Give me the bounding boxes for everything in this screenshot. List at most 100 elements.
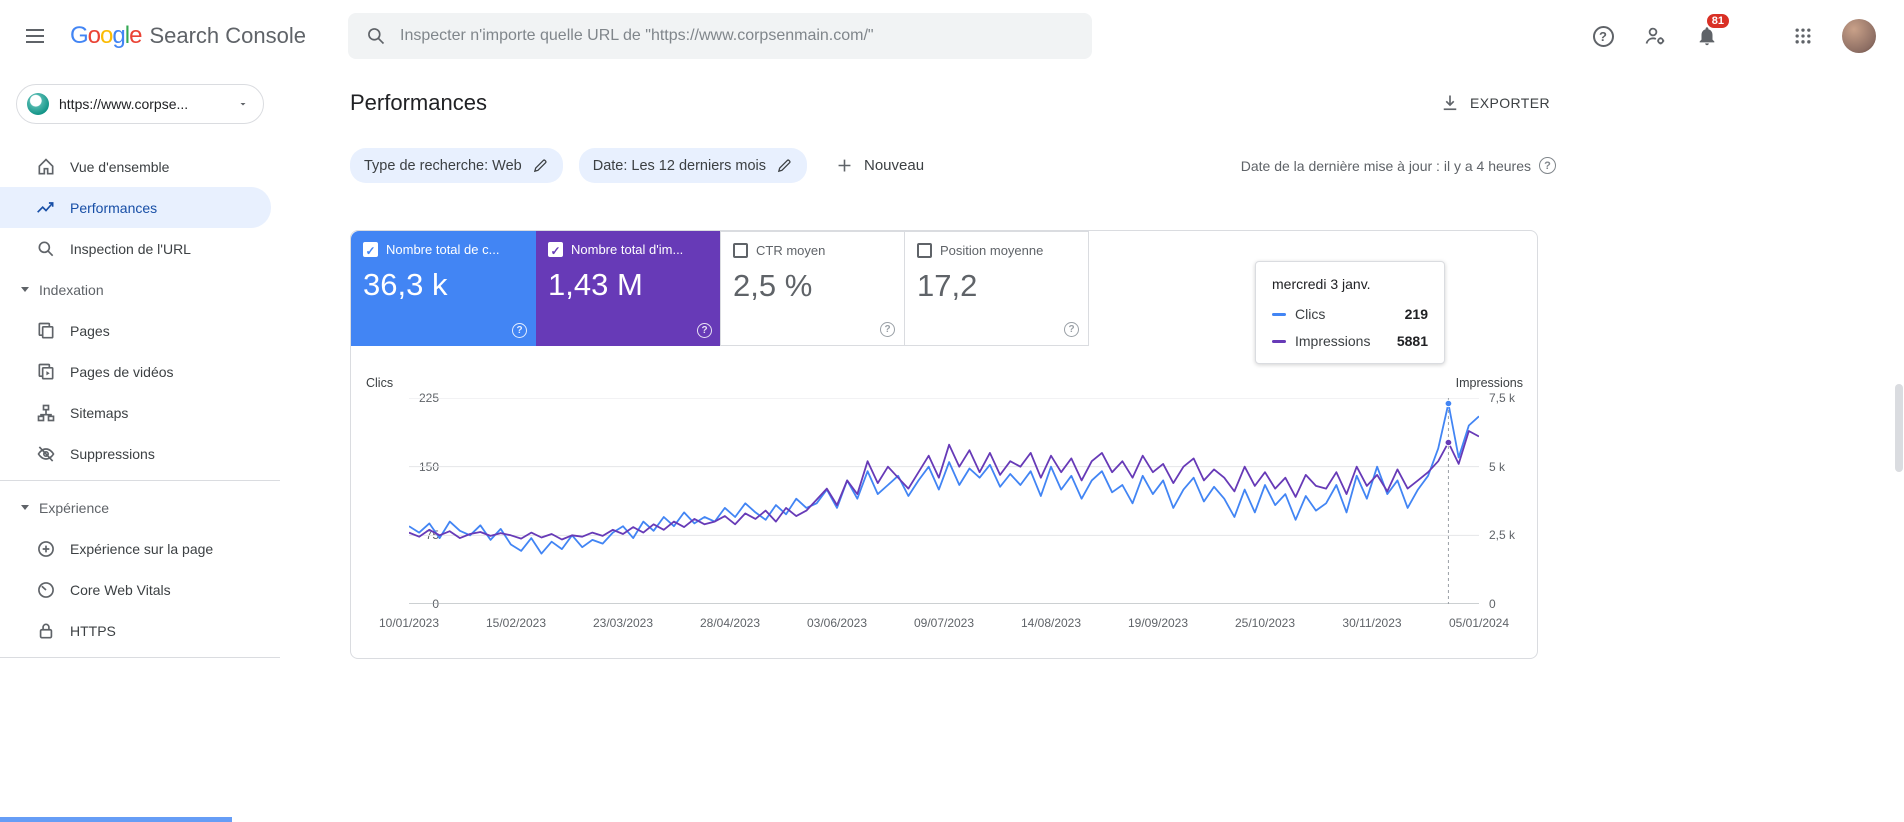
sidebar-item-performances[interactable]: Performances	[0, 187, 271, 228]
metric-card-avg-ctr[interactable]: CTR moyen 2,5 % ?	[720, 231, 905, 346]
plus-icon	[838, 159, 851, 172]
sidebar-item-label: HTTPS	[70, 622, 116, 639]
property-label: https://www.corpse...	[59, 96, 189, 112]
notifications-button[interactable]: 81	[1694, 12, 1731, 49]
manage-accounts-icon	[1645, 27, 1665, 45]
url-inspection-searchbar[interactable]	[348, 13, 1092, 59]
metric-card-avg-position[interactable]: Position moyenne 17,2 ?	[904, 231, 1089, 346]
chevron-down-icon	[240, 103, 246, 106]
product-name: Search Console	[149, 23, 306, 48]
impressions-series-swatch	[1272, 339, 1286, 343]
download-icon	[1443, 95, 1457, 111]
ctr-value: 2,5 %	[733, 268, 813, 303]
chevron-down-icon	[21, 505, 29, 510]
sidebar-item-page-experience[interactable]: Expérience sur la page	[0, 528, 280, 569]
last-update-info: Date de la dernière mise à jour : il y a…	[1241, 157, 1556, 174]
pages-icon	[36, 321, 56, 341]
search-icon	[368, 28, 385, 45]
lock-icon	[36, 621, 56, 641]
sidebar-divider	[0, 480, 280, 481]
sidebar-item-label: Expérience sur la page	[70, 540, 214, 557]
sidebar-item-label: Suppressions	[70, 445, 155, 462]
help-icon: ?	[1592, 25, 1614, 47]
tooltip-date: mercredi 3 janv.	[1272, 276, 1371, 292]
sidebar-item-core-web-vitals[interactable]: Core Web Vitals	[0, 569, 280, 610]
sidebar-item-label: Performances	[70, 199, 158, 216]
property-selector[interactable]: https://www.corpse...	[16, 84, 264, 124]
url-inspection-input[interactable]	[400, 27, 1074, 45]
help-icon[interactable]: ?	[697, 323, 712, 338]
right-axis-ticks: 7,5 k 5 k 2,5 k 0	[1489, 391, 1516, 611]
chart-plot-area[interactable]	[409, 398, 1479, 604]
position-checkbox[interactable]	[917, 243, 932, 258]
performance-chart[interactable]: Clics Impressions 225 150 75 0 7,5 k 5 k…	[351, 376, 1537, 640]
property-favicon	[27, 93, 49, 115]
clicks-value: 36,3 k	[363, 267, 448, 302]
video-pages-icon	[36, 362, 56, 382]
sidebar-item-overview[interactable]: Vue d'ensemble	[0, 146, 280, 187]
sidebar-item-label: Vue d'ensemble	[70, 158, 170, 175]
position-value: 17,2	[917, 268, 978, 303]
chart-tooltip: mercredi 3 janv. Clics 219 Impressions 5…	[1255, 261, 1445, 364]
performance-chart-svg	[409, 398, 1479, 604]
edit-pencil-icon	[533, 159, 547, 173]
performance-panel: ✓ Nombre total de c... 36,3 k ? ✓ Nombre…	[350, 230, 1538, 659]
metric-card-total-impressions[interactable]: ✓ Nombre total d'im... 1,43 M ?	[536, 231, 721, 346]
help-icon[interactable]: ?	[880, 322, 895, 337]
clicks-checkbox[interactable]: ✓	[363, 242, 378, 258]
scrollbar-thumb[interactable]	[1895, 384, 1903, 472]
trending-up-icon	[36, 198, 56, 218]
metric-card-total-clicks[interactable]: ✓ Nombre total de c... 36,3 k ?	[351, 231, 536, 346]
scrolled-item-peek	[0, 817, 232, 822]
section-label: Expérience	[39, 499, 110, 516]
app-logo[interactable]: Google Search Console	[70, 22, 306, 50]
clicks-series-swatch	[1272, 312, 1286, 316]
sidebar-section-experience[interactable]: Expérience	[0, 487, 280, 528]
chevron-down-icon	[21, 287, 29, 292]
notification-count-badge: 81	[1704, 12, 1731, 30]
ctr-checkbox[interactable]	[733, 243, 748, 258]
search-type-filter-chip[interactable]: Type de recherche: Web	[350, 148, 563, 183]
sidebar-item-label: Pages	[70, 322, 110, 339]
left-axis-title: Clics	[366, 376, 394, 390]
user-avatar[interactable]	[1842, 19, 1876, 53]
edit-pencil-icon	[777, 159, 791, 173]
new-filter-button[interactable]: Nouveau	[835, 156, 924, 175]
page-scrollbar[interactable]	[1894, 0, 1904, 822]
sidebar: https://www.corpse... Vue d'ensemble Per…	[0, 72, 280, 822]
speedometer-icon	[36, 580, 56, 600]
sidebar-item-sitemaps[interactable]: Sitemaps	[0, 392, 280, 433]
sidebar-item-label: Inspection de l'URL	[70, 240, 191, 257]
sidebar-item-video-pages[interactable]: Pages de vidéos	[0, 351, 280, 392]
sidebar-divider	[0, 657, 280, 658]
help-icon[interactable]: ?	[512, 323, 527, 338]
page-title: Performances	[350, 90, 487, 115]
account-settings-button[interactable]	[1642, 23, 1668, 49]
right-axis-title: Impressions	[1455, 376, 1523, 390]
export-button[interactable]: EXPORTER	[1440, 93, 1550, 113]
sidebar-item-label: Sitemaps	[70, 404, 129, 421]
apps-grid-icon	[1795, 28, 1811, 44]
help-icon[interactable]: ?	[1539, 157, 1556, 174]
impressions-checkbox[interactable]: ✓	[548, 242, 563, 258]
google-logo-word: Google	[70, 22, 142, 49]
left-axis-ticks: 225 150 75 0	[418, 391, 439, 611]
main-content: Performances EXPORTER Type de recherche:…	[280, 72, 1904, 822]
google-apps-button[interactable]	[1790, 23, 1816, 49]
hamburger-menu-icon[interactable]	[26, 25, 50, 47]
sidebar-section-indexation[interactable]: Indexation	[0, 269, 280, 310]
home-icon	[36, 157, 56, 177]
sitemaps-icon	[36, 403, 56, 423]
help-button[interactable]: ?	[1590, 23, 1616, 49]
visibility-off-icon	[36, 444, 56, 464]
sidebar-item-pages[interactable]: Pages	[0, 310, 280, 351]
impressions-value: 1,43 M	[548, 267, 643, 302]
sidebar-item-label: Core Web Vitals	[70, 581, 171, 598]
help-icon[interactable]: ?	[1064, 322, 1079, 337]
sidebar-item-removals[interactable]: Suppressions	[0, 433, 280, 474]
sidebar-item-label: Pages de vidéos	[70, 363, 174, 380]
sidebar-item-url-inspection[interactable]: Inspection de l'URL	[0, 228, 280, 269]
page-experience-icon	[36, 539, 56, 559]
sidebar-item-https[interactable]: HTTPS	[0, 610, 280, 651]
date-filter-chip[interactable]: Date: Les 12 derniers mois	[578, 148, 807, 183]
